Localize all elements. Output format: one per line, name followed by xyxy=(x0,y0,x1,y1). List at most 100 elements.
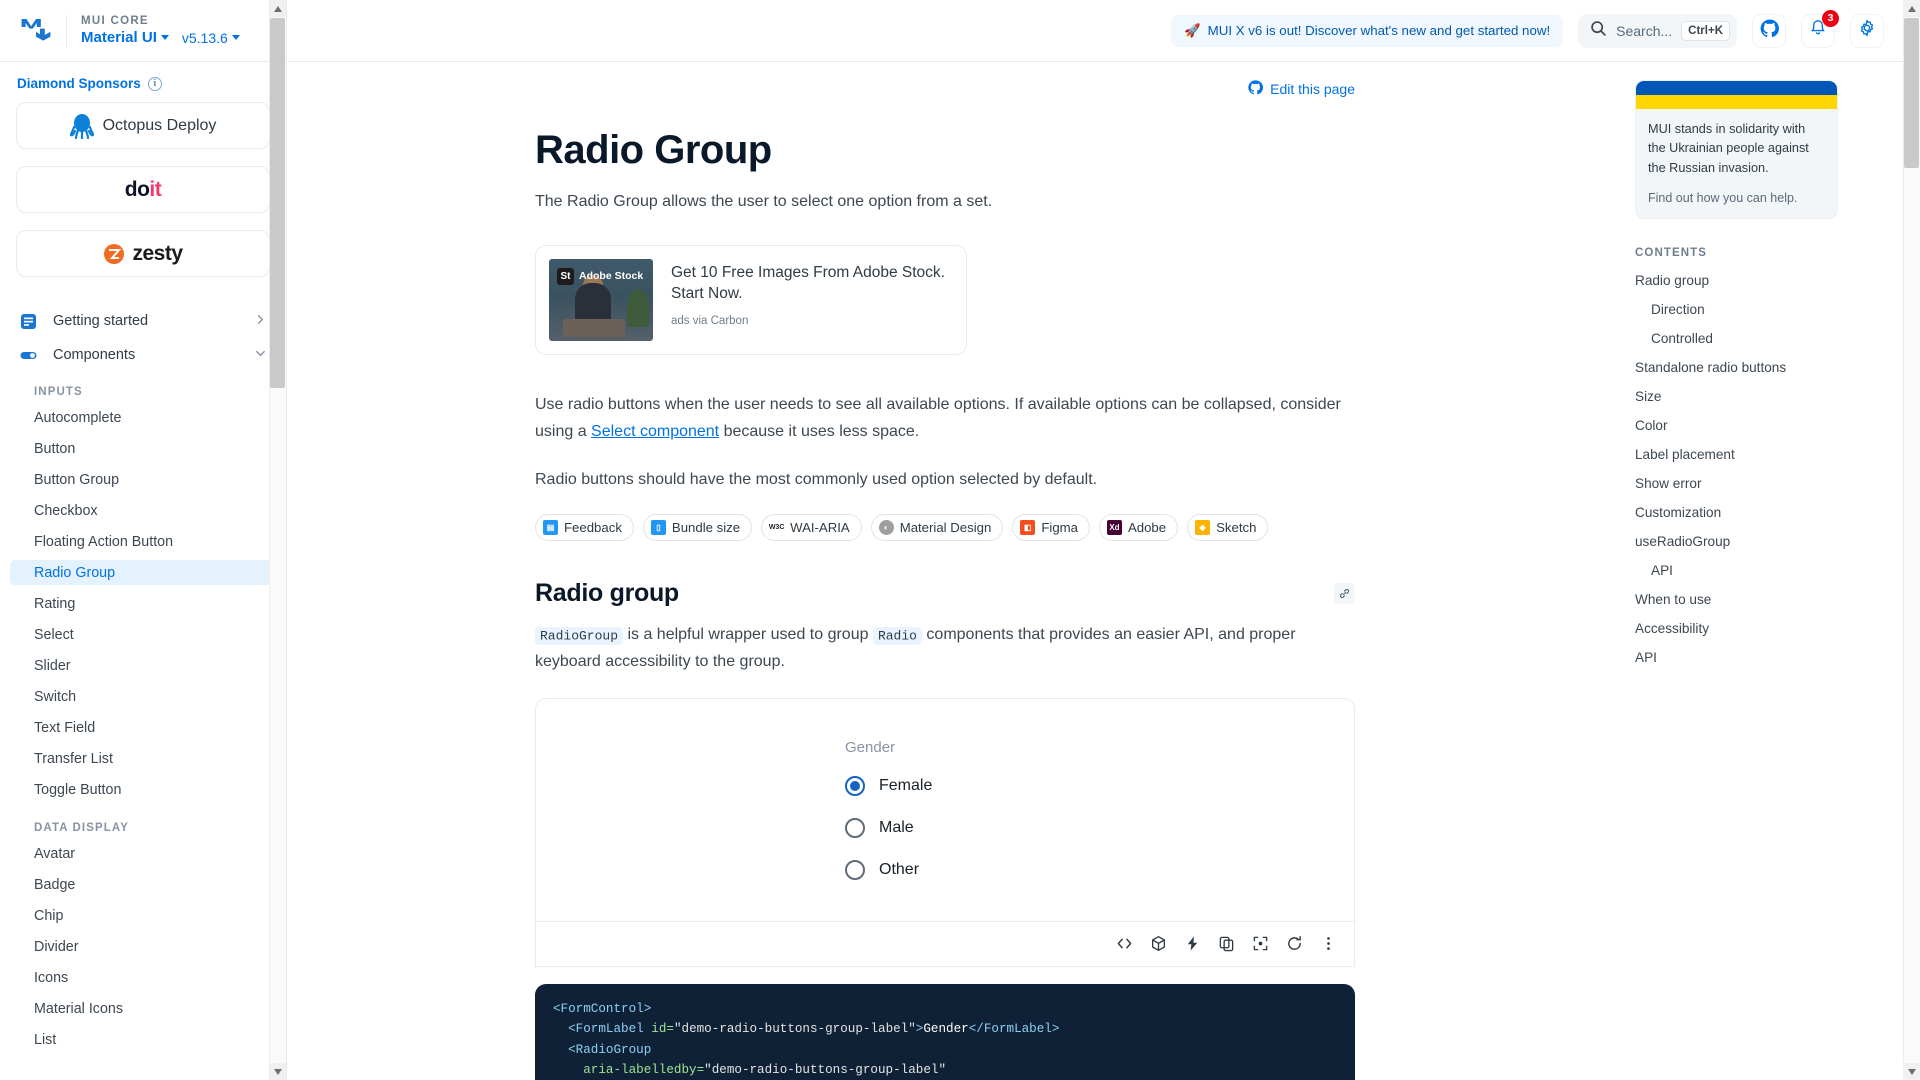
scroll-up-arrow-icon[interactable] xyxy=(269,0,286,17)
radio-button-icon[interactable] xyxy=(845,859,865,880)
toc-item-direction[interactable]: Direction xyxy=(1635,302,1838,317)
demo-toolbar xyxy=(536,920,1354,966)
toc-item-size[interactable]: Size xyxy=(1635,389,1838,404)
code-radiogroup: RadioGroup xyxy=(535,626,624,645)
toc-item-useradiogroup[interactable]: useRadioGroup xyxy=(1635,534,1838,549)
announcement-banner[interactable]: 🚀 MUI X v6 is out! Discover what's new a… xyxy=(1171,14,1564,47)
sidebar-item-icons[interactable]: Icons xyxy=(10,965,276,990)
sidebar-item-material-icons[interactable]: Material Icons xyxy=(10,996,276,1021)
more-vertical-icon[interactable] xyxy=(1319,934,1338,953)
sidebar-item-list[interactable]: List xyxy=(10,1027,276,1052)
chip-material-design[interactable]: ◐ Material Design xyxy=(870,514,1004,542)
demo-container: Gender Female Male Other xyxy=(535,697,1355,967)
sidebar-item-transfer-list[interactable]: Transfer List xyxy=(10,746,276,771)
code-block[interactable]: <FormControl> <FormLabel id="demo-radio-… xyxy=(535,983,1355,1080)
radio-label: Female xyxy=(879,776,933,794)
github-button[interactable] xyxy=(1752,13,1786,48)
scroll-down-arrow-icon[interactable] xyxy=(269,1063,286,1080)
sidebar-item-avatar[interactable]: Avatar xyxy=(10,841,276,866)
mui-logo-icon[interactable] xyxy=(20,17,52,45)
sidebar-item-components[interactable]: Components xyxy=(10,338,276,372)
product-selector[interactable]: Material UI xyxy=(81,29,169,46)
sidebar-scrollbar-thumb[interactable] xyxy=(270,18,285,388)
radio-group: Gender Female Male Other xyxy=(845,739,1045,891)
doit-part-b: it xyxy=(149,177,162,201)
chevron-right-icon xyxy=(255,313,266,329)
sidebar-item-text-field[interactable]: Text Field xyxy=(10,715,276,740)
info-icon[interactable]: i xyxy=(147,76,162,91)
sidebar-item-switch[interactable]: Switch xyxy=(10,684,276,709)
fullscreen-icon[interactable] xyxy=(1251,934,1270,953)
sidebar-item-rating[interactable]: Rating xyxy=(10,591,276,616)
main-region: 🚀 MUI X v6 is out! Discover what's new a… xyxy=(287,0,1920,1080)
sidebar-item-chip[interactable]: Chip xyxy=(10,903,276,928)
codesandbox-icon[interactable] xyxy=(1149,934,1168,953)
sponsor-zesty[interactable]: zesty xyxy=(16,230,270,277)
top-bar: 🚀 MUI X v6 is out! Discover what's new a… xyxy=(287,0,1920,62)
radio-label: Male xyxy=(879,818,914,836)
sidebar-item-floating-action-button[interactable]: Floating Action Button xyxy=(10,529,276,554)
sponsor-doit[interactable]: doit xyxy=(16,166,270,213)
chip-feedback[interactable]: ▤ Feedback xyxy=(535,514,634,542)
radio-option-female[interactable]: Female xyxy=(845,765,1045,807)
toc-item-standalone-radio-buttons[interactable]: Standalone radio buttons xyxy=(1635,360,1838,375)
sidebar-item-getting-started[interactable]: Getting started xyxy=(10,304,276,338)
chip-bundle-size[interactable]: ▯ Bundle size xyxy=(642,514,753,542)
version-selector[interactable]: v5.13.6 xyxy=(182,30,240,46)
settings-button[interactable] xyxy=(1850,13,1884,48)
scroll-up-arrow-icon[interactable] xyxy=(1903,0,1920,17)
toc-item-show-error[interactable]: Show error xyxy=(1635,476,1838,491)
chip-adobe[interactable]: Xd Adobe xyxy=(1098,514,1179,542)
sidebar-item-button-group[interactable]: Button Group xyxy=(10,467,276,492)
sponsor-octopus-deploy[interactable]: Octopus Deploy xyxy=(16,102,270,149)
reset-icon[interactable] xyxy=(1285,934,1304,953)
page-scrollbar-thumb[interactable] xyxy=(1904,18,1919,168)
copy-icon[interactable] xyxy=(1217,934,1236,953)
carbon-ad[interactable]: St Adobe Stock Get 10 Free Images From A… xyxy=(535,244,967,355)
toc-item-when-to-use[interactable]: When to use xyxy=(1635,592,1838,607)
search-input[interactable]: Search... Ctrl+K xyxy=(1578,13,1737,48)
radio-option-other[interactable]: Other xyxy=(845,849,1045,891)
page-scrollbar[interactable] xyxy=(1903,0,1920,1080)
sidebar-item-checkbox[interactable]: Checkbox xyxy=(10,498,276,523)
chevron-down-icon xyxy=(231,35,240,40)
notifications-button[interactable]: 3 xyxy=(1801,9,1839,48)
toc-item-color[interactable]: Color xyxy=(1635,418,1838,433)
radio-button-icon[interactable] xyxy=(845,817,865,838)
stackblitz-icon[interactable] xyxy=(1183,934,1202,953)
sidebar-item-autocomplete[interactable]: Autocomplete xyxy=(10,405,276,430)
edit-this-page-link[interactable]: Edit this page xyxy=(1248,80,1355,98)
chip-label: Adobe xyxy=(1127,520,1167,536)
scroll-down-arrow-icon[interactable] xyxy=(1903,1063,1920,1080)
sidebar-item-slider[interactable]: Slider xyxy=(10,653,276,678)
radio-button-icon[interactable] xyxy=(845,775,865,796)
brand-block: MUI CORE Material UI v5.13.6 xyxy=(81,15,240,46)
toc-item-api-sub[interactable]: API xyxy=(1635,563,1838,578)
ukraine-help-link[interactable]: Find out how you can help. xyxy=(1648,191,1825,205)
chevron-down-icon xyxy=(160,35,169,40)
chip-wai-aria[interactable]: W3C WAI-ARIA xyxy=(761,514,862,542)
toc-item-controlled[interactable]: Controlled xyxy=(1635,331,1838,346)
chip-label: WAI-ARIA xyxy=(790,520,850,536)
sidebar-item-select[interactable]: Select xyxy=(10,622,276,647)
chip-sketch[interactable]: ◆ Sketch xyxy=(1187,514,1269,542)
toc-item-accessibility[interactable]: Accessibility xyxy=(1635,621,1838,636)
code-icon[interactable] xyxy=(1115,934,1134,953)
sidebar-item-toggle-button[interactable]: Toggle Button xyxy=(10,777,276,802)
chip-figma[interactable]: ◧ Figma xyxy=(1012,514,1090,542)
sidebar-item-radio-group[interactable]: Radio Group xyxy=(10,560,276,585)
toc-heading: CONTENTS xyxy=(1635,246,1708,259)
nav-group-title-inputs: INPUTS xyxy=(34,386,83,398)
gear-icon xyxy=(1858,19,1876,42)
radio-option-male[interactable]: Male xyxy=(845,807,1045,849)
toc-item-radio-group[interactable]: Radio group xyxy=(1635,273,1838,288)
sidebar-item-badge[interactable]: Badge xyxy=(10,872,276,897)
sidebar-item-button[interactable]: Button xyxy=(10,436,276,461)
toc-item-label-placement[interactable]: Label placement xyxy=(1635,447,1838,462)
toc-item-api[interactable]: API xyxy=(1635,650,1838,665)
select-component-link[interactable]: Select component xyxy=(591,423,719,440)
link-anchor-icon[interactable] xyxy=(1334,583,1355,605)
sidebar-scrollbar[interactable] xyxy=(269,0,286,1080)
sidebar-item-divider[interactable]: Divider xyxy=(10,934,276,959)
toc-item-customization[interactable]: Customization xyxy=(1635,505,1838,520)
